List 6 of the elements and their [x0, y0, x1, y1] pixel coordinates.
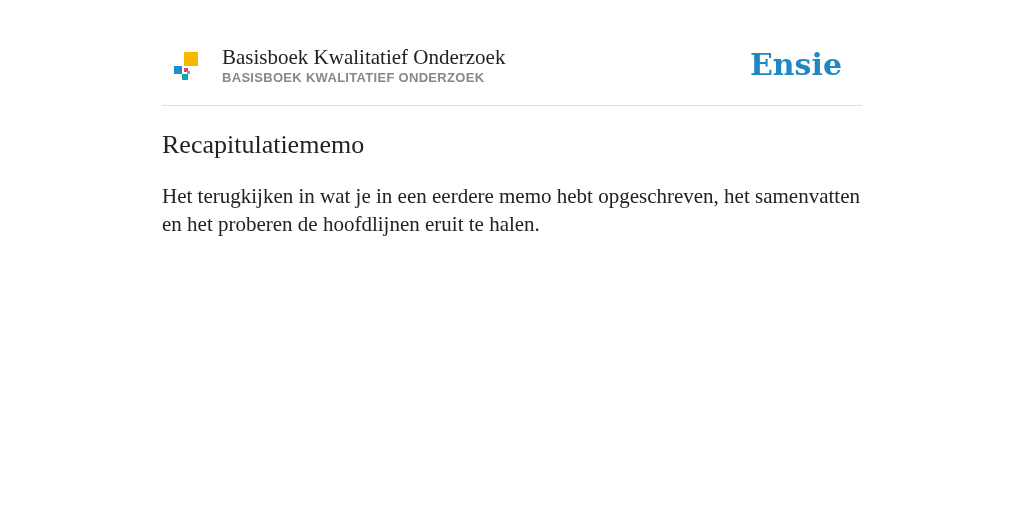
- entry-definition: Het terugkijken in wat je in een eerdere memo hebt opgeschreven, het samenvatten en het proberen de hoofdlijnen eruit te halen.: [162, 183, 861, 238]
- book-logo-icon: [174, 51, 198, 82]
- site-logo[interactable]: Ensie: [749, 47, 842, 82]
- book-title[interactable]: Basisboek Kwalitatief Onderzoek: [222, 44, 750, 70]
- entry-heading: Recapitulatiememo: [162, 130, 366, 160]
- book-subtitle: BASISBOEK KWALITATIEF ONDERZOEK: [222, 70, 486, 85]
